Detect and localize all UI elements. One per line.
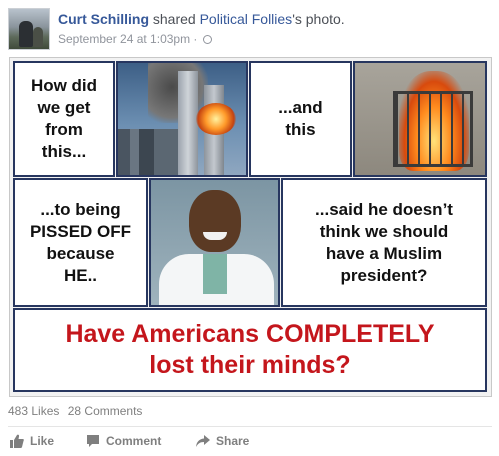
explosion-shape bbox=[196, 103, 236, 135]
post-actions: Like Comment Share bbox=[8, 434, 492, 452]
share-arrow-icon bbox=[196, 435, 210, 447]
head-shape bbox=[189, 190, 241, 252]
post-header-line: Curt Schilling shared Political Follies'… bbox=[58, 11, 345, 27]
author-name-link[interactable]: Curt Schilling bbox=[58, 11, 149, 27]
meme-panel-4: ...said he doesn’t think we should have … bbox=[281, 178, 487, 307]
meme-panel-4-text: ...said he doesn’t think we should have … bbox=[315, 199, 453, 285]
comment-label: Comment bbox=[106, 434, 162, 448]
city-skyline-shape bbox=[118, 129, 178, 175]
globe-icon[interactable] bbox=[202, 35, 212, 44]
post-timestamp-link[interactable]: September 24 at 1:03pm bbox=[58, 32, 190, 46]
shared-verb: shared bbox=[152, 11, 196, 27]
avatar-figure bbox=[19, 21, 33, 47]
likes-count-link[interactable]: 483 Likes bbox=[8, 404, 59, 418]
like-label: Like bbox=[30, 434, 55, 448]
shared-page-link[interactable]: Political Follies bbox=[200, 11, 293, 27]
tower-shape bbox=[178, 71, 198, 175]
meme-panel-1-text: How did we get from this... bbox=[30, 76, 98, 161]
actions-divider bbox=[8, 426, 492, 427]
author-avatar[interactable] bbox=[8, 8, 50, 50]
comment-button[interactable]: Comment bbox=[86, 434, 161, 448]
post-stats: 483 Likes 28 Comments bbox=[8, 404, 147, 418]
comments-count-link[interactable]: 28 Comments bbox=[68, 404, 143, 418]
cage-shape bbox=[393, 91, 473, 167]
burning-cage-image bbox=[353, 61, 487, 177]
scrubs-collar-shape bbox=[203, 254, 227, 294]
meme-panel-3-text: ...to being PISSED OFF because HE.. bbox=[29, 199, 132, 285]
like-button[interactable]: Like bbox=[10, 434, 54, 448]
shared-photo[interactable]: How did we get from this... ...and this … bbox=[9, 57, 492, 397]
meme-panel-1: How did we get from this... bbox=[13, 61, 115, 177]
speech-bubble-icon bbox=[87, 435, 99, 447]
share-button[interactable]: Share bbox=[196, 434, 249, 448]
doctor-portrait-image bbox=[149, 178, 280, 307]
post-header: Curt Schilling shared Political Follies'… bbox=[8, 8, 492, 52]
post-meta: September 24 at 1:03pm · bbox=[58, 32, 212, 46]
meme-panel-2-text: ...and this bbox=[278, 98, 323, 139]
meme-panel-2: ...and this bbox=[249, 61, 352, 177]
meme-banner: Have Americans COMPLETELY lost their min… bbox=[13, 308, 487, 392]
meme-banner-text: Have Americans COMPLETELY lost their min… bbox=[65, 320, 435, 379]
meta-separator: · bbox=[190, 32, 201, 46]
twin-towers-image bbox=[116, 61, 248, 177]
avatar-figure-2 bbox=[33, 27, 43, 47]
shared-suffix: 's photo. bbox=[292, 11, 345, 27]
share-label: Share bbox=[216, 434, 250, 448]
meme-panel-3: ...to being PISSED OFF because HE.. bbox=[13, 178, 148, 307]
thumbs-up-icon bbox=[10, 434, 24, 448]
